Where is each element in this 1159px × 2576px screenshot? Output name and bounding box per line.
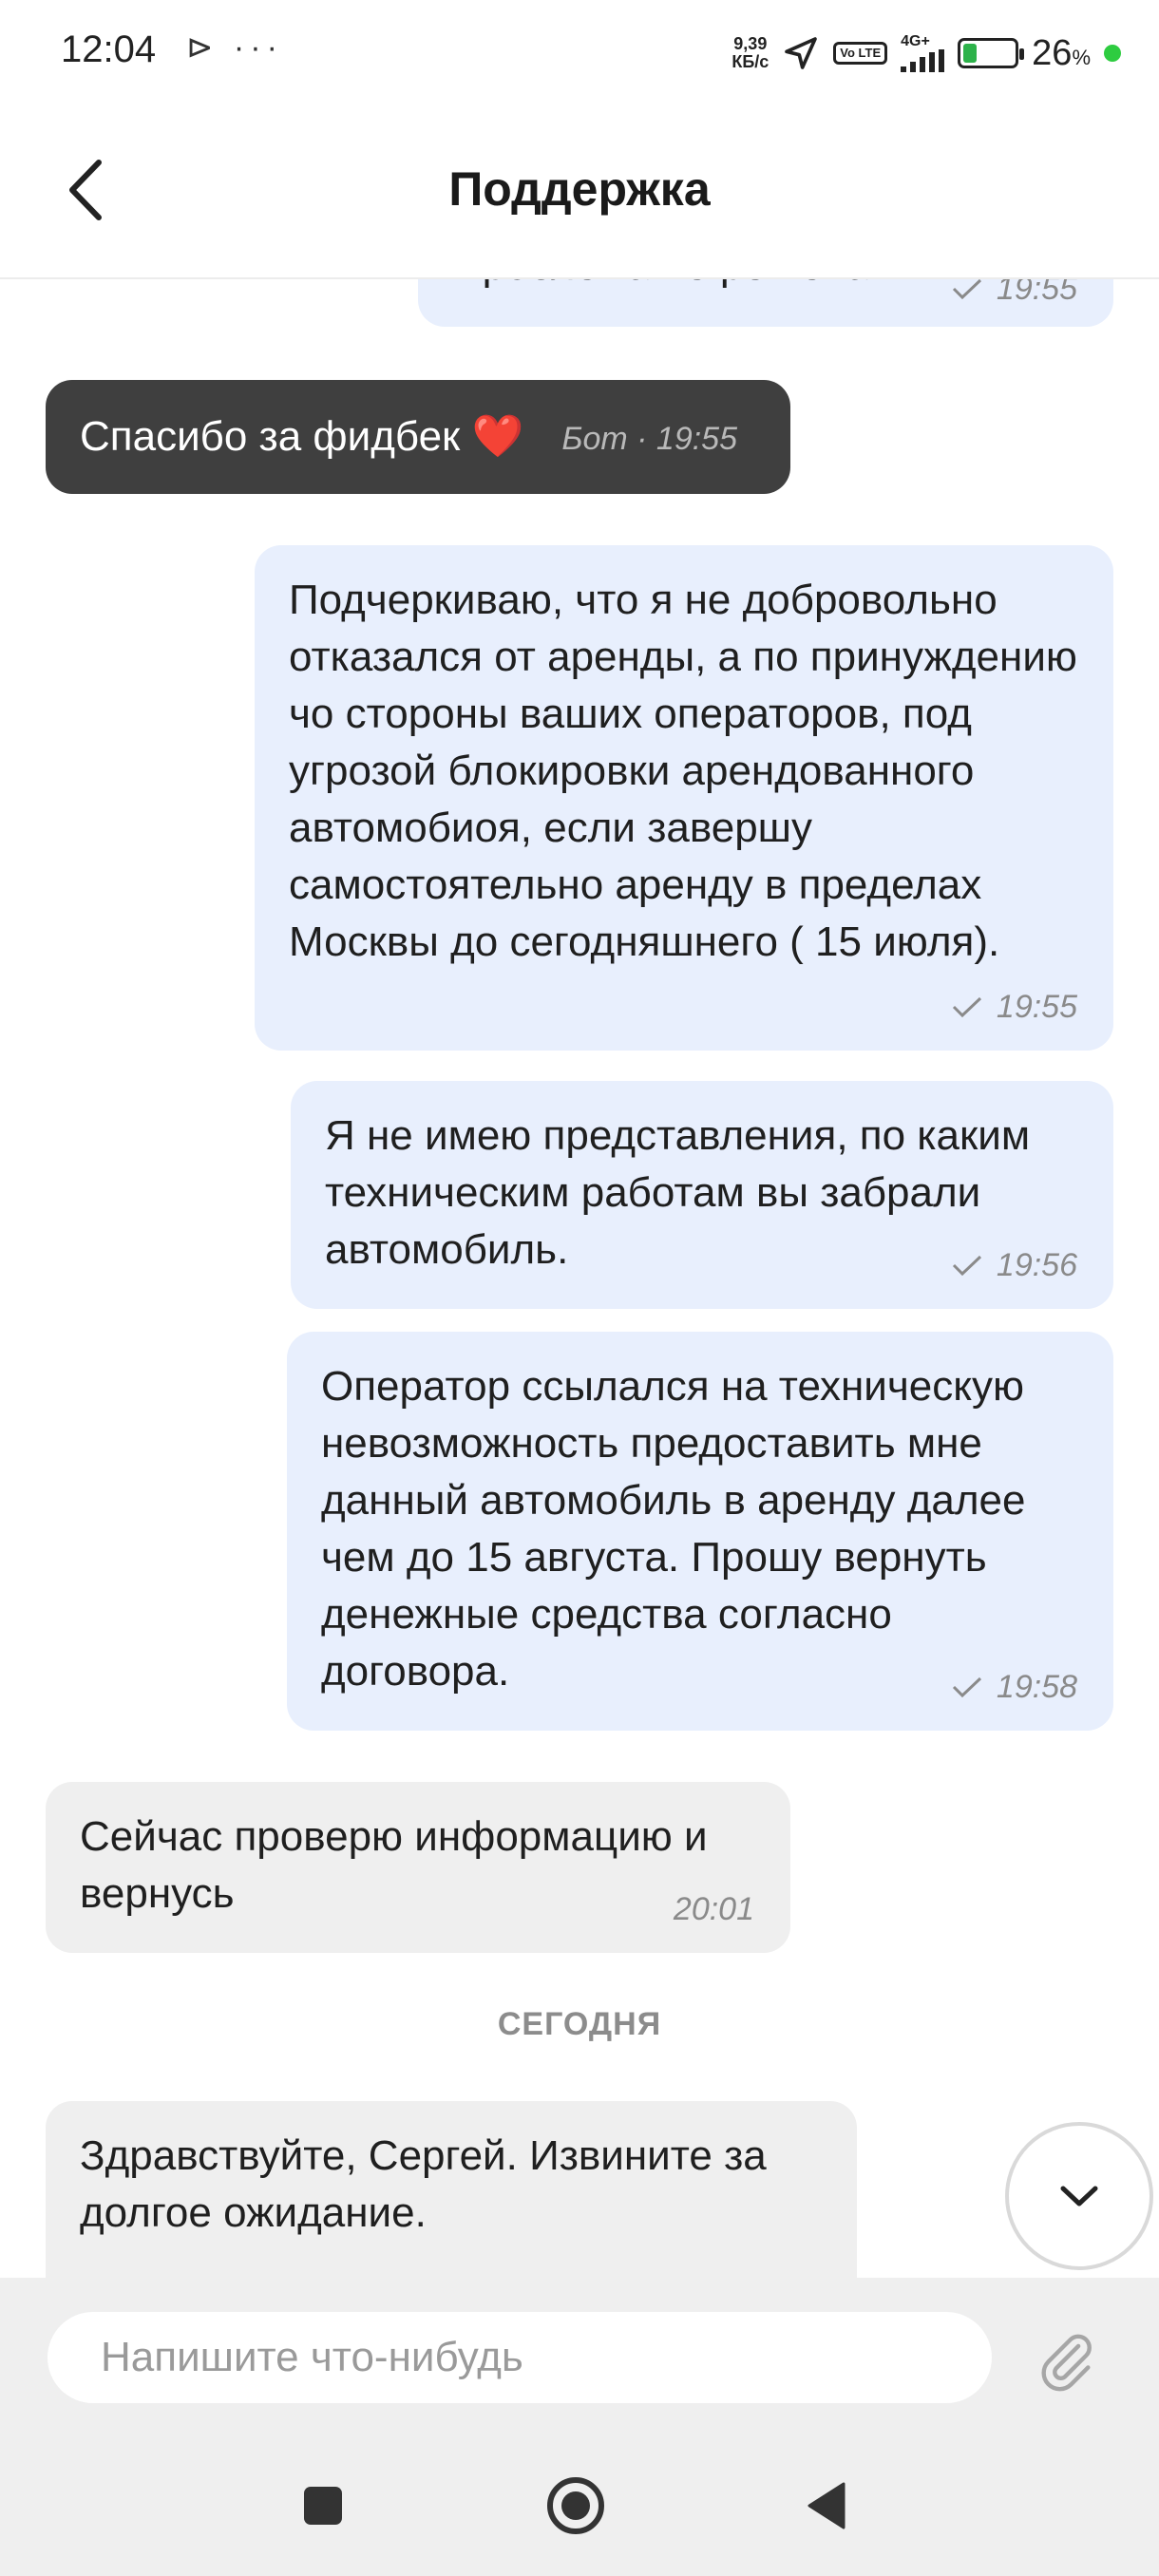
message-time: 20:01: [673, 1891, 754, 1927]
network-speed: 9,39 КБ/с: [732, 35, 769, 71]
check-icon: [952, 1255, 981, 1277]
message-time: 19:55: [996, 989, 1077, 1025]
page-title: Поддержка: [448, 162, 711, 216]
system-navigation-bar: [0, 2420, 1159, 2576]
message-outgoing: Подчеркиваю, что я не добровольно отказа…: [255, 545, 1113, 1051]
privacy-indicator-dot: [1104, 45, 1121, 62]
message-meta: 19:58: [951, 1668, 1077, 1706]
location-arrow-icon: [785, 37, 818, 69]
message-incoming: Здравствуйте, Сергей. Извините за долгое…: [46, 2101, 857, 2278]
recents-button[interactable]: [285, 2468, 361, 2544]
message-sender: Бот: [561, 421, 628, 458]
message-meta: 20:01: [674, 1890, 754, 1928]
check-icon: [952, 278, 981, 300]
network-speed-unit: КБ/с: [732, 52, 770, 71]
message-meta: 19:55: [951, 277, 1077, 308]
message-outgoing: Я не имею представления, по каким технич…: [291, 1081, 1113, 1309]
message-meta: Бот · 19:55: [561, 421, 737, 458]
message-time: 19:58: [996, 1669, 1077, 1705]
signal-icon: [901, 49, 945, 72]
date-separator: СЕГОДНЯ: [497, 2006, 662, 2042]
composer: Напишите что-нибудь: [0, 2278, 1159, 2420]
check-icon: [952, 1676, 981, 1698]
status-bar: 12:04 ⊳ ··· 9,39 КБ/с Vo LTE 4G+ 26%: [0, 0, 1159, 104]
back-nav-button[interactable]: [788, 2468, 864, 2544]
message-text: Оператор ссылался на техническую невозмо…: [321, 1363, 1026, 1695]
home-button[interactable]: [538, 2468, 614, 2544]
attach-button[interactable]: [1028, 2323, 1104, 2399]
check-icon: [952, 996, 981, 1018]
message-incoming: Сейчас проверю информацию и вернусь 20:0…: [46, 1782, 790, 1953]
message-text: Подчеркиваю, что я не добровольно отказа…: [289, 577, 1077, 965]
message-meta: 19:55: [951, 988, 1077, 1026]
network-speed-value: 9,39: [733, 34, 768, 53]
message-text: Я не имею представления, по каким технич…: [325, 1112, 1031, 1273]
message-text: Здравствуйте, Сергей. Извините за долгое…: [80, 2132, 767, 2236]
message-text: Спасибо за фидбек ❤️: [80, 413, 524, 460]
scroll-to-bottom-button[interactable]: [1005, 2122, 1153, 2270]
message-text: Сейчас проверю информацию и вернусь: [80, 1813, 708, 1917]
battery-level: [963, 44, 978, 63]
chevron-down-icon: [1060, 2186, 1098, 2207]
message-input[interactable]: Напишите что-нибудь: [48, 2312, 992, 2403]
status-time: 12:04: [61, 28, 157, 70]
message-time: 19:55: [656, 421, 737, 458]
message-list[interactable]: Проблема не решена 19:55 Спасибо за фидб…: [0, 277, 1159, 2278]
network-type: 4G+: [901, 33, 930, 49]
square-icon: [304, 2487, 342, 2525]
notification-icons: ⊳ ···: [186, 29, 283, 66]
paperclip-icon: [1041, 2334, 1092, 2392]
triangle-left-icon: [808, 2482, 846, 2529]
circle-icon: [547, 2477, 604, 2534]
message-outgoing: Оператор ссылался на техническую невозмо…: [287, 1332, 1113, 1731]
message-outgoing: Проблема не решена 19:55: [418, 277, 1113, 327]
chat-header: Поддержка: [0, 104, 1159, 279]
message-meta: 19:56: [951, 1246, 1077, 1284]
cellular-group: 4G+: [901, 33, 945, 72]
status-right-group: 9,39 КБ/с Vo LTE 4G+ 26%: [732, 28, 1121, 78]
message-time: 19:55: [996, 277, 1077, 307]
message-bot: Спасибо за фидбек ❤️ Бот · 19:55: [46, 380, 790, 494]
volte-icon: Vo LTE: [833, 42, 888, 65]
battery-icon: [958, 38, 1025, 68]
battery-percent: 26%: [1032, 32, 1091, 73]
message-time: 19:56: [996, 1247, 1077, 1283]
